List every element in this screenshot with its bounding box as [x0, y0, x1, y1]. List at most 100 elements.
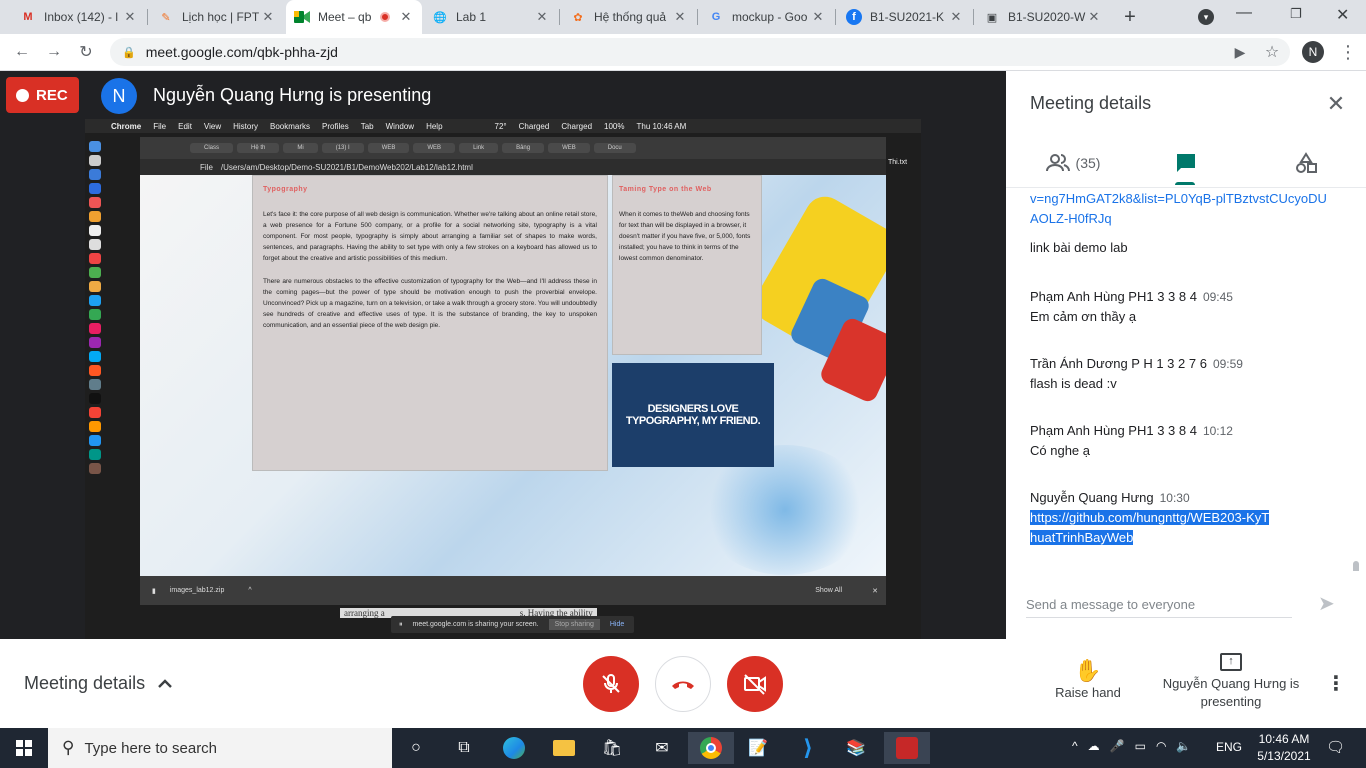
wifi-icon[interactable]: ◠ [1156, 739, 1166, 753]
chat-message: Nguyễn Quang Hưng 10:30 https://github.co… [1030, 488, 1330, 548]
dock-app-icon [89, 183, 101, 194]
present-screen-icon: ↑ [1220, 653, 1242, 671]
close-tab-icon[interactable]: ✕ [810, 9, 826, 25]
address-bar[interactable]: 🔒 meet.google.com/qbk-phha-zjd [110, 38, 1290, 66]
profile-avatar[interactable]: N [1302, 41, 1324, 63]
bookmark-star-icon[interactable]: ☆ [1260, 40, 1284, 64]
close-window-button[interactable]: ✕ [1336, 5, 1349, 25]
vscode-icon[interactable]: ⟩ [788, 732, 828, 764]
taskbar-clock[interactable]: 10:46 AM 5/13/2021 [1254, 731, 1314, 765]
store-icon[interactable]: 🛍 [592, 732, 632, 764]
tab-search-icon[interactable]: ▾ [1198, 9, 1214, 25]
chat-scrollbar[interactable] [1353, 561, 1359, 571]
notification-icon[interactable]: 🗨 [1326, 738, 1345, 756]
dock-app-icon [89, 463, 101, 474]
chat-author: Nguyễn Quang Hưng [1030, 490, 1154, 505]
close-tab-icon[interactable]: ✕ [534, 9, 550, 25]
chat-input[interactable]: Send a message to everyone [1026, 597, 1292, 612]
meeting-details-button[interactable]: Meeting details [24, 673, 173, 694]
mac-menu-item: Tab [360, 121, 374, 131]
back-button[interactable]: ← [10, 40, 34, 64]
dock-app-icon [89, 169, 101, 180]
tab-lich-hoc[interactable]: ✎ Lịch học | FPT ✕ [150, 0, 284, 34]
close-tab-icon[interactable]: ✕ [398, 9, 414, 25]
inner-url-prefix: File [200, 162, 213, 172]
close-tab-icon[interactable]: ✕ [122, 9, 138, 25]
dock-app-icon [89, 365, 101, 376]
inner-tab: Bảng [502, 143, 545, 153]
taskbar-search[interactable]: ⚲ Type here to search [48, 728, 392, 768]
tab-he-thong[interactable]: ✿ Hệ thống quả ✕ [562, 0, 696, 34]
browser-menu-icon[interactable]: ⋮ [1336, 40, 1360, 64]
tab-lab1[interactable]: 🌐 Lab 1 ✕ [424, 0, 558, 34]
tab-b1-su2020[interactable]: ▣ B1-SU2020-W ✕ [976, 0, 1110, 34]
mail-icon[interactable]: ✉ [642, 732, 682, 764]
close-panel-button[interactable]: ✕ [1324, 93, 1348, 117]
meeting-details-panel: Meeting details ✕ (35) v=ng7HmGAT2k8&lis… [1006, 71, 1366, 639]
raise-hand-button[interactable]: ✋ Raise hand [1040, 657, 1136, 700]
inner-tab: WEB [548, 143, 590, 153]
url-text: meet.google.com/qbk-phha-zjd [145, 44, 338, 60]
winrar-icon[interactable]: 📚 [836, 732, 876, 764]
dock-app-icon [89, 239, 101, 250]
screen-sharing-bar: ⏸ meet.google.com is sharing your screen… [391, 616, 634, 633]
new-tab-button[interactable]: + [1118, 5, 1142, 29]
chat-link[interactable]: https://github.com/hungnttg/WEB203-KyThu… [1030, 510, 1270, 545]
chevron-up-icon[interactable]: ^ [1072, 739, 1078, 753]
typography-paragraph: Let's face it: the core purpose of all w… [263, 211, 597, 262]
chat-link[interactable]: v=ng7HmGAT2k8&list=PL0YqB-plTBztvstCUcyo… [1030, 191, 1327, 226]
hang-up-button[interactable] [655, 656, 711, 712]
battery-icon[interactable]: ▭ [1135, 739, 1146, 753]
presenting-button[interactable]: ↑ Nguyễn Quang Hưng is presenting [1160, 653, 1302, 711]
onedrive-icon[interactable]: ☁ [1088, 739, 1100, 753]
inner-tab: WEB [413, 143, 456, 153]
dock-app-icon [89, 225, 101, 236]
stop-sharing-label: Stop sharing [548, 619, 600, 630]
volume-icon[interactable]: 🔈 [1176, 739, 1191, 753]
notepad-icon[interactable]: 📝 [738, 732, 778, 764]
restore-button[interactable]: ❐ [1290, 6, 1302, 22]
task-view-icon[interactable]: ⧉ [444, 732, 484, 764]
close-tab-icon[interactable]: ✕ [1086, 9, 1102, 25]
tab-divider [559, 9, 560, 25]
camera-off-button[interactable] [727, 656, 783, 712]
tab-divider [147, 9, 148, 25]
send-icon[interactable]: ➤ [1318, 591, 1335, 616]
forward-button[interactable]: → [42, 40, 66, 64]
dock-app-icon [89, 407, 101, 418]
people-count: (35) [1075, 155, 1101, 171]
windows-start-icon[interactable] [4, 732, 44, 764]
mic-off-button[interactable] [583, 656, 639, 712]
tab-activities[interactable] [1286, 141, 1326, 185]
app-icon[interactable] [884, 732, 930, 764]
close-tab-icon[interactable]: ✕ [260, 9, 276, 25]
mac-menu-item: File [153, 121, 167, 131]
close-tab-icon[interactable]: ✕ [948, 9, 964, 25]
cortana-icon[interactable]: ○ [396, 732, 436, 764]
reload-button[interactable]: ↻ [74, 40, 98, 64]
microphone-icon[interactable]: 🎤 [1110, 739, 1125, 753]
tab-people[interactable]: (35) [1028, 141, 1118, 185]
file-explorer-icon[interactable] [544, 732, 584, 764]
chat-author: Trần Ánh Dương P H 1 3 2 7 6 [1030, 356, 1207, 371]
close-tab-icon[interactable]: ✕ [672, 9, 688, 25]
dock-app-icon [89, 435, 101, 446]
tab-mockup[interactable]: G mockup - Goo ✕ [700, 0, 834, 34]
dock-app-icon [89, 309, 101, 320]
tab-meet[interactable]: Meet – qb ✕ [286, 0, 422, 34]
language-indicator[interactable]: ENG [1216, 740, 1242, 754]
tab-chat[interactable] [1166, 141, 1206, 185]
page-icon: ▣ [986, 11, 998, 24]
chat-message: Phạm Anh Hùng PH1 3 3 8 4 10:12 Có nghe ạ [1030, 421, 1330, 461]
chrome-icon[interactable] [688, 732, 734, 764]
clock-time: 10:46 AM [1258, 732, 1310, 746]
minimize-button[interactable]: — [1236, 4, 1252, 22]
meeting-details-label: Meeting details [24, 673, 146, 693]
tab-gmail[interactable]: M Inbox (142) - l ✕ [12, 0, 146, 34]
camera-in-use-icon[interactable]: ▶ [1228, 40, 1252, 64]
edge-icon[interactable] [494, 732, 534, 764]
tab-facebook[interactable]: f B1-SU2021-K ✕ [838, 0, 972, 34]
taming-type-paragraph: When it comes to theWeb and choosing fon… [619, 211, 751, 262]
mac-menu-item: Help [426, 121, 443, 131]
more-options-icon[interactable]: ⋮ [1326, 671, 1346, 696]
